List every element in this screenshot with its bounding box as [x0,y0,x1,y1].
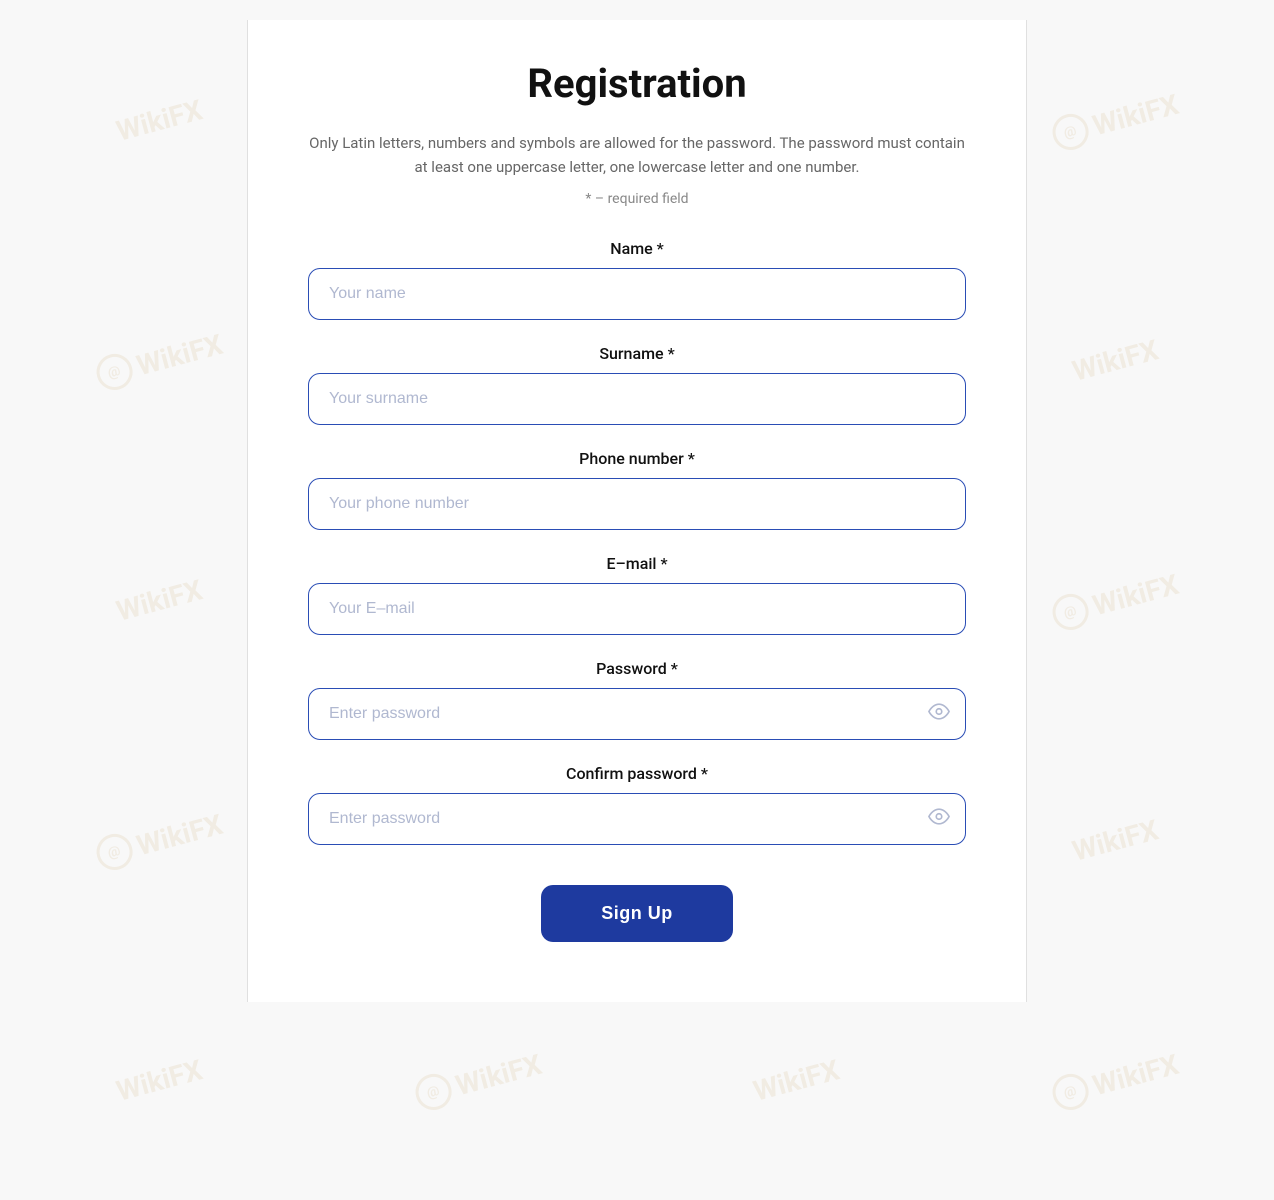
email-label: E–mail * [308,554,966,573]
confirm-password-toggle-icon[interactable] [928,806,950,833]
phone-input[interactable] [308,478,966,530]
surname-field-group: Surname * [308,344,966,425]
signup-button[interactable]: Sign Up [541,885,733,942]
surname-label: Surname * [308,344,966,363]
registration-form-container: Registration Only Latin letters, numbers… [247,20,1027,1002]
password-label: Password * [308,659,966,678]
surname-input[interactable] [308,373,966,425]
required-note: * – required field [308,191,966,207]
phone-label: Phone number * [308,449,966,468]
page-wrapper: Registration Only Latin letters, numbers… [0,0,1274,1062]
email-field-group: E–mail * [308,554,966,635]
confirm-password-input-wrapper [308,793,966,845]
password-input-wrapper [308,688,966,740]
registration-form: Name * Surname * Phone number * [308,239,966,942]
name-label: Name * [308,239,966,258]
name-field-group: Name * [308,239,966,320]
confirm-password-input[interactable] [308,793,966,845]
name-input[interactable] [308,268,966,320]
password-field-group: Password * [308,659,966,740]
email-input[interactable] [308,583,966,635]
phone-input-wrapper [308,478,966,530]
password-description: Only Latin letters, numbers and symbols … [308,131,966,179]
email-input-wrapper [308,583,966,635]
page-title: Registration [308,60,966,107]
phone-field-group: Phone number * [308,449,966,530]
confirm-password-label: Confirm password * [308,764,966,783]
password-input[interactable] [308,688,966,740]
confirm-password-field-group: Confirm password * [308,764,966,845]
name-input-wrapper [308,268,966,320]
password-toggle-icon[interactable] [928,701,950,728]
surname-input-wrapper [308,373,966,425]
